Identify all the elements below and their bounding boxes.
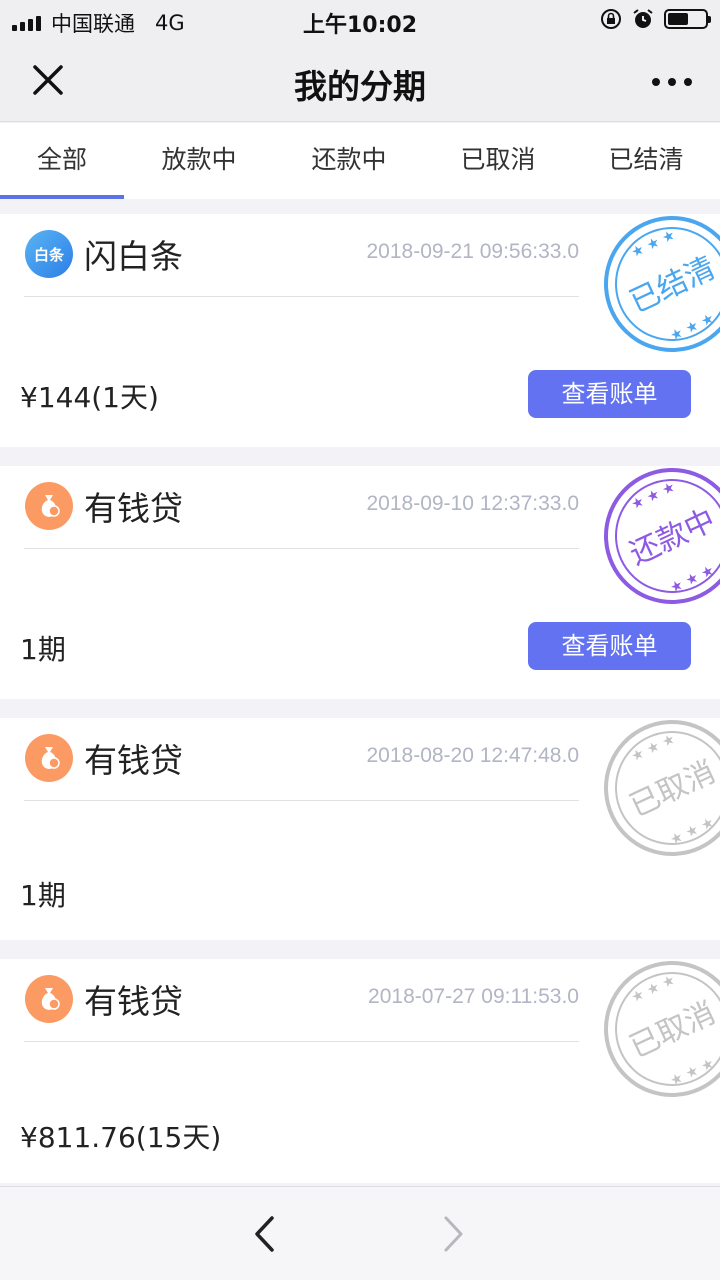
stamp-text: 还款中 <box>624 502 720 572</box>
order-installments: 1期 <box>20 879 66 912</box>
divider <box>24 1041 579 1042</box>
order-time: 2018-08-20 12:47:48.0 <box>366 744 579 767</box>
order-time: 2018-09-21 09:56:33.0 <box>366 240 579 263</box>
money-bag-icon <box>25 734 73 782</box>
tab-repaying[interactable]: 还款中 <box>274 123 424 199</box>
divider <box>24 296 579 297</box>
repaying-stamp-icon: ★ ★ ★ ★ ★ ★ 还款中 <box>604 468 720 604</box>
order-installments: 1期 <box>20 633 66 666</box>
order-amount: ¥811.76(15天) <box>20 1121 222 1154</box>
tab-disbursing[interactable]: 放款中 <box>124 123 274 199</box>
page-title: 我的分期 <box>294 67 426 106</box>
nav-bar: 我的分期 <box>0 40 720 122</box>
order-card[interactable]: 有钱贷 2018-09-10 12:37:33.0 1期 查看账单 ★ ★ ★ … <box>0 466 720 699</box>
rotation-lock-icon <box>601 9 621 29</box>
battery-icon <box>664 9 711 29</box>
divider <box>24 548 579 549</box>
order-time: 2018-07-27 09:11:53.0 <box>368 985 579 1008</box>
icon-label: 白条 <box>33 245 64 264</box>
filter-tabs: 全部 放款中 还款中 已取消 已结清 <box>0 123 720 199</box>
product-name: 有钱贷 <box>84 982 183 1021</box>
tab-all[interactable]: 全部 <box>0 123 124 199</box>
order-amount: ¥144(1天) <box>20 381 159 414</box>
stamp-text: 已取消 <box>624 995 720 1065</box>
order-card[interactable]: 有钱贷 2018-07-27 09:11:53.0 ¥811.76(15天) ★… <box>0 959 720 1183</box>
alarm-icon <box>633 9 653 28</box>
view-bill-button[interactable]: 查看账单 <box>528 622 691 670</box>
cancelled-stamp-icon: ★ ★ ★ ★ ★ ★ 已取消 <box>604 961 720 1097</box>
product-name: 闪白条 <box>84 237 183 276</box>
browser-bottom-bar <box>0 1186 720 1280</box>
product-name: 有钱贷 <box>84 489 183 528</box>
divider <box>24 800 579 801</box>
product-name: 有钱贷 <box>84 741 183 780</box>
stamp-text: 已取消 <box>624 754 720 824</box>
status-right <box>600 8 711 30</box>
money-bag-icon <box>25 482 73 530</box>
order-card[interactable]: 白条 闪白条 2018-09-21 09:56:33.0 ¥144(1天) 查看… <box>0 214 720 447</box>
status-bar: 中国联通 4G 上午10:02 <box>0 0 720 40</box>
baitiao-logo-icon: 白条 <box>25 230 73 278</box>
tab-cancelled[interactable]: 已取消 <box>424 123 572 199</box>
order-time: 2018-09-10 12:37:33.0 <box>366 492 579 515</box>
back-arrow-icon[interactable] <box>252 1215 276 1253</box>
stamp-text: 已结清 <box>624 250 720 320</box>
tab-settled[interactable]: 已结清 <box>572 123 720 199</box>
view-bill-button[interactable]: 查看账单 <box>528 370 691 418</box>
order-card[interactable]: 有钱贷 2018-08-20 12:47:48.0 1期 ★ ★ ★ ★ ★ ★… <box>0 718 720 940</box>
forward-arrow-icon[interactable] <box>442 1215 466 1253</box>
more-icon[interactable] <box>652 78 692 86</box>
settled-stamp-icon: ★ ★ ★ ★ ★ ★ 已结清 <box>604 216 720 352</box>
cancelled-stamp-icon: ★ ★ ★ ★ ★ ★ 已取消 <box>604 720 720 856</box>
money-bag-icon <box>25 975 73 1023</box>
